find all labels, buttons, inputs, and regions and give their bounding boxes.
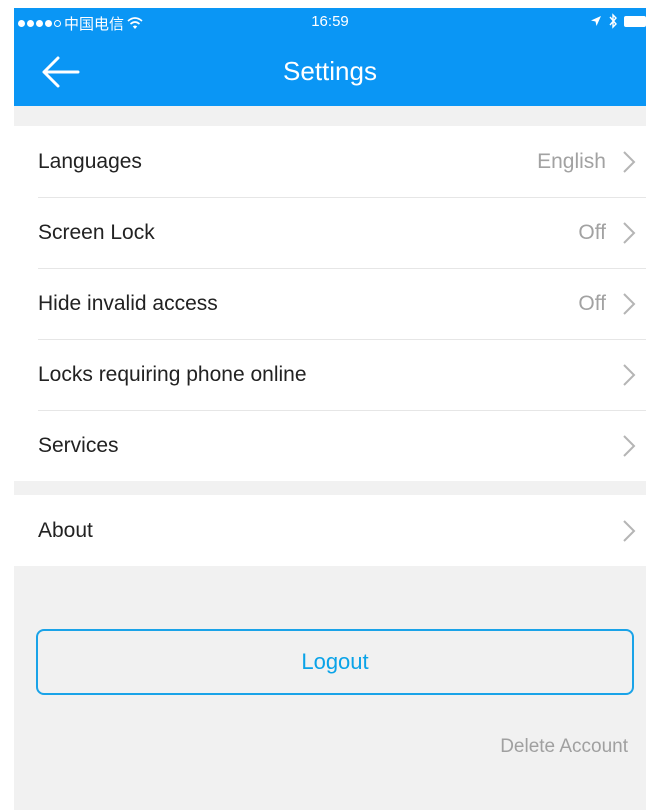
status-time: 16:59	[311, 13, 349, 30]
app-screen: 中国电信 16:59 Settings Languages English Sc…	[14, 8, 646, 810]
chevron-right-icon	[623, 435, 636, 457]
page-title: Settings	[283, 56, 377, 86]
bluetooth-icon	[609, 13, 617, 29]
row-label: About	[38, 518, 93, 542]
header-bar: Settings	[14, 38, 646, 106]
row-label: Services	[38, 433, 119, 457]
status-right	[590, 13, 646, 29]
chevron-right-icon	[623, 293, 636, 315]
logout-button[interactable]: Logout	[36, 629, 634, 695]
delete-account-link[interactable]: Delete Account	[500, 736, 628, 758]
hide-invalid-access-row[interactable]: Hide invalid access Off	[14, 268, 646, 339]
status-bar: 中国电信 16:59	[14, 8, 646, 38]
row-value: English	[537, 149, 606, 173]
services-row[interactable]: Services	[14, 410, 646, 481]
row-label: Locks requiring phone online	[38, 362, 307, 386]
languages-row[interactable]: Languages English	[14, 126, 646, 197]
about-row[interactable]: About	[14, 495, 646, 566]
row-value: Off	[578, 291, 606, 315]
chevron-right-icon	[623, 520, 636, 542]
battery-icon	[624, 15, 646, 27]
row-label: Languages	[38, 149, 142, 173]
chevron-right-icon	[623, 151, 636, 173]
row-value: Off	[578, 220, 606, 244]
chevron-right-icon	[623, 364, 636, 386]
row-label: Hide invalid access	[38, 291, 218, 315]
chevron-right-icon	[623, 222, 636, 244]
settings-list: Languages English Screen Lock Off Hide i…	[14, 126, 646, 481]
location-arrow-icon	[591, 16, 601, 26]
row-label: Screen Lock	[38, 220, 155, 244]
locks-requiring-phone-online-row[interactable]: Locks requiring phone online	[14, 339, 646, 410]
about-section: About	[14, 495, 646, 566]
screen-lock-row[interactable]: Screen Lock Off	[14, 197, 646, 268]
